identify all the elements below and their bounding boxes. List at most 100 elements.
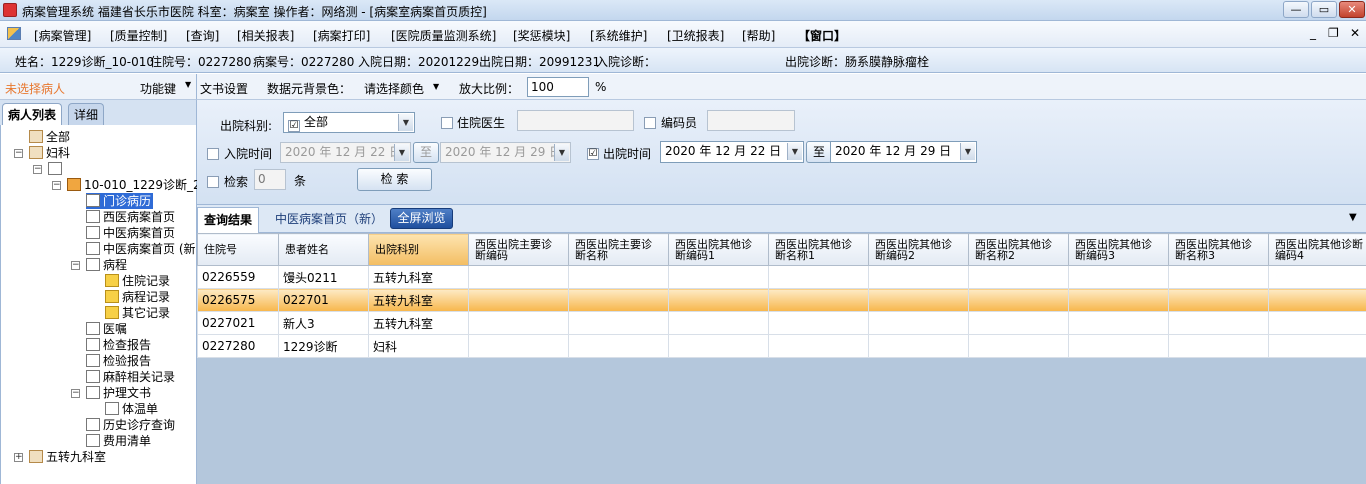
cell-discharge-dept[interactable]: 妇科: [368, 334, 469, 358]
mdi-restore-button[interactable]: ❐: [1328, 26, 1339, 40]
fullscreen-button[interactable]: 全屏浏览: [390, 208, 453, 229]
dept-checkbox[interactable]: ☑: [288, 120, 300, 132]
menu-case-print[interactable]: [病案打印]: [313, 27, 370, 44]
cell-patient-name[interactable]: 新人3: [278, 311, 369, 335]
tree-item-anesthesia[interactable]: 麻醉相关记录: [86, 369, 175, 385]
tab-patient-list[interactable]: 病人列表: [2, 103, 63, 125]
tree-item-western-home[interactable]: 西医病案首页: [86, 209, 175, 225]
tree-item-patient[interactable]: 10-010_1229诊断_20: [67, 177, 208, 193]
cell-inpatient-no[interactable]: 0226559: [197, 265, 279, 289]
tree-item-exam-report[interactable]: 检查报告: [86, 337, 151, 353]
column-header[interactable]: 患者姓名: [278, 233, 369, 266]
admit-to-date[interactable]: 2020 年 12 月 29 日 ▼: [440, 142, 571, 163]
tab-tcm-home[interactable]: 中医病案首页（新）: [269, 207, 389, 233]
tree-item-other-record[interactable]: 其它记录: [105, 305, 170, 321]
zoom-input[interactable]: 100: [527, 77, 589, 97]
dept-select[interactable]: ☑ 全部 ▼: [283, 112, 415, 133]
menu-system-maintenance[interactable]: [系统维护]: [590, 27, 647, 44]
table-row-selected[interactable]: 0226575 022701 五转九科室: [197, 288, 1366, 312]
column-header[interactable]: 西医出院主要诊断编码: [468, 233, 569, 266]
collapse-icon[interactable]: −: [14, 149, 23, 158]
menu-window[interactable]: 【窗口】: [798, 27, 846, 44]
menu-reward-penalty[interactable]: [奖惩模块]: [513, 27, 570, 44]
chevron-down-icon[interactable]: ▼: [960, 143, 975, 160]
collapse-icon[interactable]: −: [71, 389, 80, 398]
table-row[interactable]: 0227021 新人3 五转九科室: [197, 311, 1366, 335]
tree-item-clinic-record[interactable]: 门诊病历: [86, 193, 154, 209]
tree-item-orders[interactable]: 医嘱: [86, 321, 127, 337]
doc-settings-button[interactable]: 文书设置: [200, 80, 248, 97]
chevron-down-icon[interactable]: ▼: [394, 144, 409, 161]
tree-item-nursing[interactable]: 护理文书: [86, 385, 151, 401]
tree-item-history[interactable]: 历史诊疗查询: [86, 417, 175, 433]
column-header[interactable]: 西医出院其他诊断编码4: [1268, 233, 1366, 266]
cell-inpatient-no[interactable]: 0227280: [197, 334, 279, 358]
menu-query[interactable]: [查询]: [186, 27, 219, 44]
tree-item-all[interactable]: 全部: [29, 129, 70, 145]
cell-patient-name[interactable]: 1229诊断: [278, 334, 369, 358]
cell-patient-name[interactable]: 馒头0211: [278, 265, 369, 289]
menu-quality-monitoring[interactable]: [医院质量监测系统]: [391, 27, 496, 44]
column-header[interactable]: 西医出院其他诊断编码1: [668, 233, 769, 266]
cell-inpatient-no[interactable]: 0226575: [197, 288, 279, 312]
tab-query-results[interactable]: 查询结果: [197, 207, 260, 233]
bg-color-chevron-icon[interactable]: ▼: [433, 82, 439, 91]
tree-item-lab-report[interactable]: 检验报告: [86, 353, 151, 369]
column-header[interactable]: 西医出院其他诊断名称2: [968, 233, 1069, 266]
column-header[interactable]: 西医出院其他诊断编码2: [868, 233, 969, 266]
minimize-button[interactable]: —: [1283, 1, 1309, 18]
menu-health-stats[interactable]: [卫统报表]: [667, 27, 724, 44]
discharge-time-checkbox[interactable]: ☑: [587, 148, 599, 160]
chevron-down-icon[interactable]: ▼: [398, 114, 413, 131]
tab-details[interactable]: 详细: [68, 103, 105, 125]
collapse-icon[interactable]: −: [52, 181, 61, 190]
close-button[interactable]: ✕: [1339, 1, 1365, 18]
expand-icon[interactable]: +: [14, 453, 23, 462]
admit-time-checkbox[interactable]: [207, 148, 219, 160]
admit-from-date[interactable]: 2020 年 12 月 22 日 ▼: [280, 142, 411, 163]
bg-color-dropdown[interactable]: 请选择颜色: [364, 80, 424, 97]
column-header[interactable]: 出院科别: [368, 233, 469, 266]
column-header[interactable]: 西医出院其他诊断编码3: [1068, 233, 1169, 266]
coder-input[interactable]: [707, 110, 795, 131]
menu-reports[interactable]: [相关报表]: [237, 27, 294, 44]
tree-item-course-record[interactable]: 病程记录: [105, 289, 170, 305]
column-header[interactable]: 住院号: [197, 233, 279, 266]
chevron-down-icon[interactable]: ▼: [787, 143, 802, 160]
tree-item-temperature[interactable]: 体温单: [105, 401, 158, 417]
discharge-from-date[interactable]: 2020 年 12 月 22 日 ▼: [660, 141, 804, 163]
tree-item-fees[interactable]: 费用清单: [86, 433, 151, 449]
tabs-dropdown-chevron-icon[interactable]: ▼: [1349, 212, 1357, 223]
doctor-input[interactable]: [517, 110, 634, 131]
collapse-icon[interactable]: −: [33, 165, 42, 174]
table-row[interactable]: 0227280 1229诊断 妇科: [197, 334, 1366, 358]
coder-checkbox[interactable]: [644, 117, 656, 129]
tree-item-chinese-home[interactable]: 中医病案首页: [86, 225, 175, 241]
tree-item-gynecology[interactable]: 妇科: [29, 145, 70, 161]
function-key-chevron-icon[interactable]: ▼: [185, 80, 191, 89]
column-header[interactable]: 西医出院其他诊断名称1: [768, 233, 869, 266]
chevron-down-icon[interactable]: ▼: [554, 144, 569, 161]
column-header[interactable]: 西医出院主要诊断名称: [568, 233, 669, 266]
mdi-minimize-button[interactable]: _: [1310, 26, 1316, 40]
search-button[interactable]: 检 索: [357, 168, 432, 191]
cell-patient-name[interactable]: 022701: [278, 288, 369, 312]
menu-help[interactable]: [帮助]: [742, 27, 775, 44]
tree-item-chinese-home-new[interactable]: 中医病案首页 (新: [86, 241, 196, 257]
menu-case-management[interactable]: [病案管理]: [34, 27, 91, 44]
cell-inpatient-no[interactable]: 0227021: [197, 311, 279, 335]
menu-quality-control[interactable]: [质量控制]: [110, 27, 167, 44]
function-key-dropdown[interactable]: 功能键: [140, 80, 176, 97]
table-row[interactable]: 0226559 馒头0211 五转九科室: [197, 265, 1366, 289]
tree-item-admit-record[interactable]: 住院记录: [105, 273, 170, 289]
discharge-to-date[interactable]: 2020 年 12 月 29 日 ▼: [830, 141, 977, 163]
mdi-close-button[interactable]: ✕: [1350, 26, 1360, 40]
cell-discharge-dept[interactable]: 五转九科室: [368, 311, 469, 335]
tree-item-course[interactable]: 病程: [86, 257, 127, 273]
cell-discharge-dept[interactable]: 五转九科室: [368, 288, 469, 312]
restore-button[interactable]: ▭: [1311, 1, 1337, 18]
search-count-checkbox[interactable]: [207, 176, 219, 188]
search-count-spinner[interactable]: 0: [254, 169, 286, 190]
mdi-app-icon[interactable]: [7, 27, 21, 40]
tree-item-ward-5[interactable]: 五转九科室: [29, 449, 106, 465]
